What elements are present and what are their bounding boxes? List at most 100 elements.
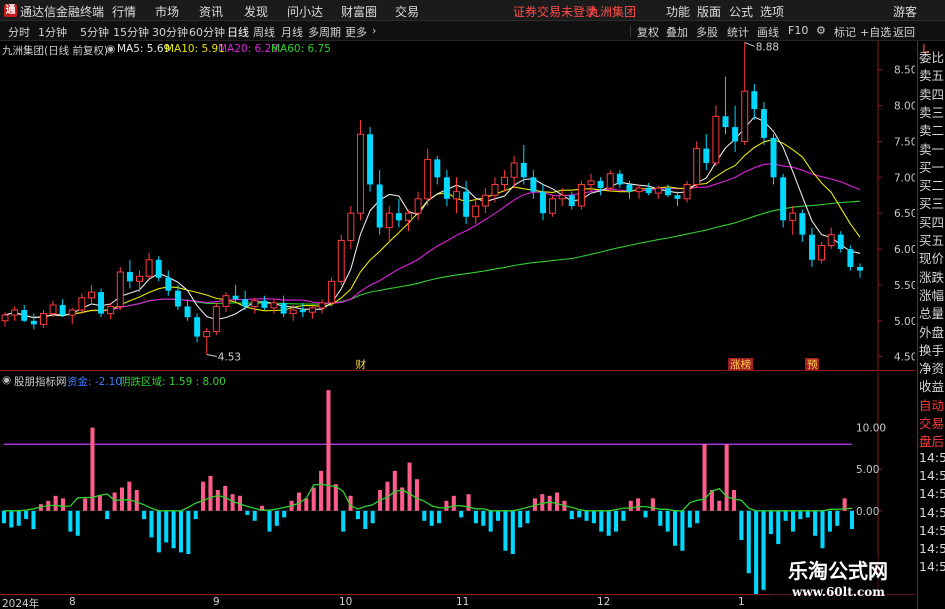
- menu-news[interactable]: 资讯: [199, 3, 223, 20]
- period-15min[interactable]: 15分钟: [113, 24, 149, 40]
- chevron-down-icon[interactable]: ◉: [2, 374, 11, 386]
- ma10-line: [4, 139, 861, 319]
- sidebar-label: 14:56: [919, 486, 945, 502]
- tool-multi-stock[interactable]: 多股: [696, 24, 718, 40]
- candle: [770, 134, 777, 185]
- candle-body-down: [847, 249, 854, 267]
- watermark-url: www.60lt.com: [792, 585, 885, 599]
- candle: [712, 105, 720, 167]
- period-1min[interactable]: 1分钟: [38, 24, 67, 40]
- candle-body-up: [741, 90, 749, 142]
- candle: [155, 256, 162, 282]
- tool-add-watch[interactable]: +自选: [860, 24, 891, 40]
- sidebar-label: 总量: [919, 306, 945, 322]
- candle-body-up: [424, 158, 432, 200]
- candle: [606, 170, 614, 192]
- period-monthly[interactable]: 月线: [281, 24, 303, 40]
- candle-body-up: [328, 280, 336, 304]
- candle: [98, 288, 105, 318]
- indicator-name: 股朋指标网: [14, 376, 67, 388]
- tool-overlay[interactable]: 叠加: [666, 24, 688, 40]
- period-multi[interactable]: 多周期: [308, 24, 341, 40]
- indicator-bar-down: [577, 510, 582, 518]
- sidebar-label: 交易: [919, 416, 945, 431]
- candle-body-down: [664, 188, 671, 196]
- ma60-value: MA60: 6.75: [271, 43, 331, 55]
- menu-options[interactable]: 选项: [760, 3, 784, 20]
- candle: [126, 259, 133, 289]
- candle-body-up: [510, 162, 518, 178]
- menu-function[interactable]: 功能: [666, 3, 690, 20]
- candle-body-up: [606, 173, 614, 189]
- candle: [165, 270, 172, 296]
- sidebar-label: 卖二: [919, 123, 945, 139]
- indicator-bar-down: [525, 510, 530, 524]
- indicator-bar-up: [414, 479, 419, 511]
- tool-adjust[interactable]: 复权: [637, 24, 659, 40]
- tool-back[interactable]: 返回: [893, 24, 915, 40]
- user-guest[interactable]: 游客: [893, 3, 917, 20]
- menu-ask[interactable]: 问小达: [287, 3, 323, 20]
- candle: [799, 209, 806, 242]
- tool-stats[interactable]: 统计: [727, 24, 749, 40]
- candle-body-up: [558, 194, 566, 200]
- period-weekly[interactable]: 周线: [253, 24, 275, 40]
- candle: [693, 141, 701, 189]
- menu-trade[interactable]: 交易: [395, 3, 419, 20]
- menu-layout[interactable]: 版面: [697, 3, 721, 20]
- tool-mark[interactable]: 标记: [834, 24, 856, 40]
- candlestick-chart[interactable]: 8.508.007.507.006.506.005.505.004.508.88…: [0, 41, 915, 371]
- chevron-down-icon[interactable]: ◉: [106, 43, 115, 55]
- period-5min[interactable]: 5分钟: [80, 24, 109, 40]
- period-more[interactable]: 更多: [345, 24, 367, 40]
- menu-market[interactable]: 市场: [155, 3, 179, 20]
- date-tick: 10: [339, 596, 353, 608]
- indicator-bar-down: [739, 510, 744, 540]
- candle-body-up: [347, 212, 355, 241]
- tool-f10[interactable]: F10: [788, 24, 808, 37]
- menu-wealth[interactable]: 财富圈: [341, 3, 377, 20]
- candle-body-up: [635, 187, 643, 193]
- candle-body-down: [760, 109, 767, 138]
- indicator-bar-down: [687, 510, 692, 528]
- candle: [703, 134, 710, 171]
- candle: [222, 292, 230, 313]
- chevron-right-icon[interactable]: ›: [372, 24, 376, 37]
- sidebar-label: 卖一: [919, 141, 945, 157]
- candle-body-down: [751, 91, 758, 110]
- indicator-bar-down: [805, 510, 810, 518]
- candle: [510, 155, 518, 189]
- candle-body-down: [434, 159, 441, 178]
- period-intraday[interactable]: 分时: [8, 24, 30, 40]
- candle-body-up: [501, 176, 509, 185]
- candle-body-down: [194, 317, 201, 337]
- indicator-bar-down: [164, 510, 169, 543]
- period-60min[interactable]: 60分钟: [189, 24, 225, 40]
- candle-body-up: [405, 212, 412, 221]
- menu-discover[interactable]: 发现: [244, 3, 268, 20]
- menu-formula[interactable]: 公式: [729, 3, 753, 20]
- candle: [30, 313, 37, 330]
- indicator-bar-down: [584, 510, 589, 521]
- candle: [597, 177, 604, 196]
- period-30min[interactable]: 30分钟: [152, 24, 188, 40]
- period-daily[interactable]: 日线: [227, 24, 249, 40]
- date-tick: 11: [456, 596, 470, 608]
- candle-body-up: [453, 191, 460, 200]
- indicator-bar-up: [724, 444, 729, 511]
- candle-body-up: [222, 295, 230, 307]
- tool-draw[interactable]: 画线: [757, 24, 779, 40]
- gear-icon[interactable]: ⚙: [816, 24, 826, 37]
- indicator-bar-up: [650, 498, 655, 511]
- candle-body-up: [356, 133, 364, 214]
- candle-body-down: [799, 213, 806, 235]
- menu-quotes[interactable]: 行情: [112, 3, 136, 20]
- candle-body-up: [39, 313, 47, 325]
- candle-body-down: [539, 191, 546, 214]
- candle-body-down: [174, 290, 181, 307]
- candle-body-down: [59, 305, 66, 316]
- candle-body-up: [136, 275, 143, 282]
- candle: [203, 327, 211, 355]
- login-status[interactable]: 证券交易未登录: [513, 3, 597, 20]
- sidebar-label: 净资: [919, 361, 945, 377]
